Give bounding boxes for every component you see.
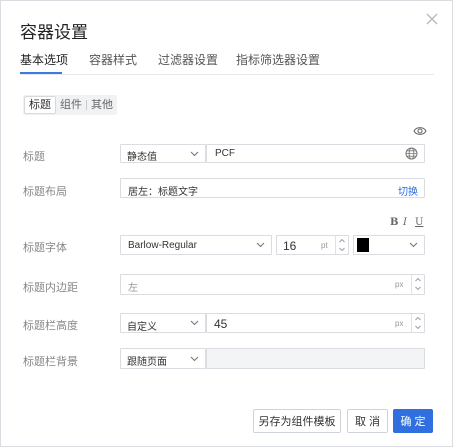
title-mode-value: 静态值 [127, 152, 157, 163]
height-mode-value: 自定义 [127, 322, 157, 333]
switch-layout-link[interactable]: 切换 [398, 183, 418, 198]
title-layout-value: 居左：标题文字 [128, 187, 198, 198]
stepper-divider [411, 314, 412, 332]
tab-basic-options[interactable]: 基本选项 [20, 51, 68, 68]
font-size-stepper[interactable] [337, 236, 347, 254]
chevron-down-icon [190, 151, 199, 157]
title-text-input[interactable]: PCF [206, 144, 425, 163]
stepper-divider [411, 275, 412, 294]
subtab-title[interactable]: 标题 [24, 96, 56, 114]
chevron-down-icon [256, 242, 265, 248]
padding-stepper[interactable] [413, 275, 423, 293]
height-value-input[interactable]: 45 px [206, 313, 425, 333]
height-stepper[interactable] [413, 314, 423, 332]
save-as-template-button[interactable]: 另存为组件模板 [253, 409, 341, 433]
padding-left-input[interactable]: 左 px [120, 274, 425, 295]
title-row-label: 标题 [23, 151, 45, 163]
tab-filter-settings[interactable]: 过滤器设置 [158, 51, 218, 68]
padding-left-placeholder: 左 [128, 283, 138, 294]
background-mode-value: 跟随页面 [127, 357, 167, 368]
italic-button[interactable]: I [403, 217, 407, 228]
eye-icon[interactable] [413, 125, 427, 137]
stepper-divider [335, 236, 336, 254]
padding-row-label: 标题内边距 [23, 282, 78, 294]
underline-button[interactable]: U [415, 217, 423, 228]
font-color-swatch [357, 238, 369, 252]
subtab-group: 标题 组件 其他 [23, 95, 117, 115]
globe-icon[interactable] [405, 147, 418, 160]
close-icon[interactable] [424, 11, 440, 27]
dialog-title: 容器设置 [20, 23, 88, 42]
height-mode-select[interactable]: 自定义 [120, 313, 206, 333]
container-settings-dialog: 容器设置 基本选项 容器样式 过滤器设置 指标筛选器设置 标题 组件 其他 标题… [0, 0, 453, 447]
tabs-divider [20, 74, 434, 75]
font-family-select[interactable]: Barlow-Regular [120, 235, 272, 255]
confirm-button[interactable]: 确 定 [393, 409, 433, 433]
title-mode-select[interactable]: 静态值 [120, 144, 206, 163]
cancel-button[interactable]: 取 消 [347, 409, 388, 433]
background-row-label: 标题栏背景 [23, 356, 78, 368]
height-unit: px [395, 319, 404, 328]
bold-button[interactable]: B [390, 217, 398, 228]
background-color-field [206, 348, 425, 369]
title-layout-field: 居左：标题文字 切换 [120, 178, 425, 198]
padding-unit: px [395, 280, 404, 289]
font-family-value: Barlow-Regular [128, 240, 197, 251]
font-row-label: 标题字体 [23, 242, 67, 254]
font-size-unit: pt [321, 241, 328, 250]
tab-metric-filter-settings[interactable]: 指标筛选器设置 [236, 51, 320, 68]
chevron-down-icon [190, 356, 199, 362]
chevron-down-icon [190, 320, 199, 326]
font-size-value: 16 [283, 239, 297, 253]
font-color-picker[interactable] [353, 235, 425, 255]
subtab-other[interactable]: 其他 [87, 96, 117, 114]
layout-row-label: 标题布局 [23, 186, 67, 198]
font-size-input[interactable]: 16 pt [276, 235, 349, 255]
chevron-down-icon [409, 242, 418, 248]
background-mode-select[interactable]: 跟随页面 [120, 348, 206, 369]
tab-container-style[interactable]: 容器样式 [89, 51, 137, 68]
subtab-component[interactable]: 组件 [56, 96, 86, 114]
title-text-value: PCF [215, 148, 235, 159]
height-row-label: 标题栏高度 [23, 320, 78, 332]
height-value: 45 [214, 317, 228, 331]
